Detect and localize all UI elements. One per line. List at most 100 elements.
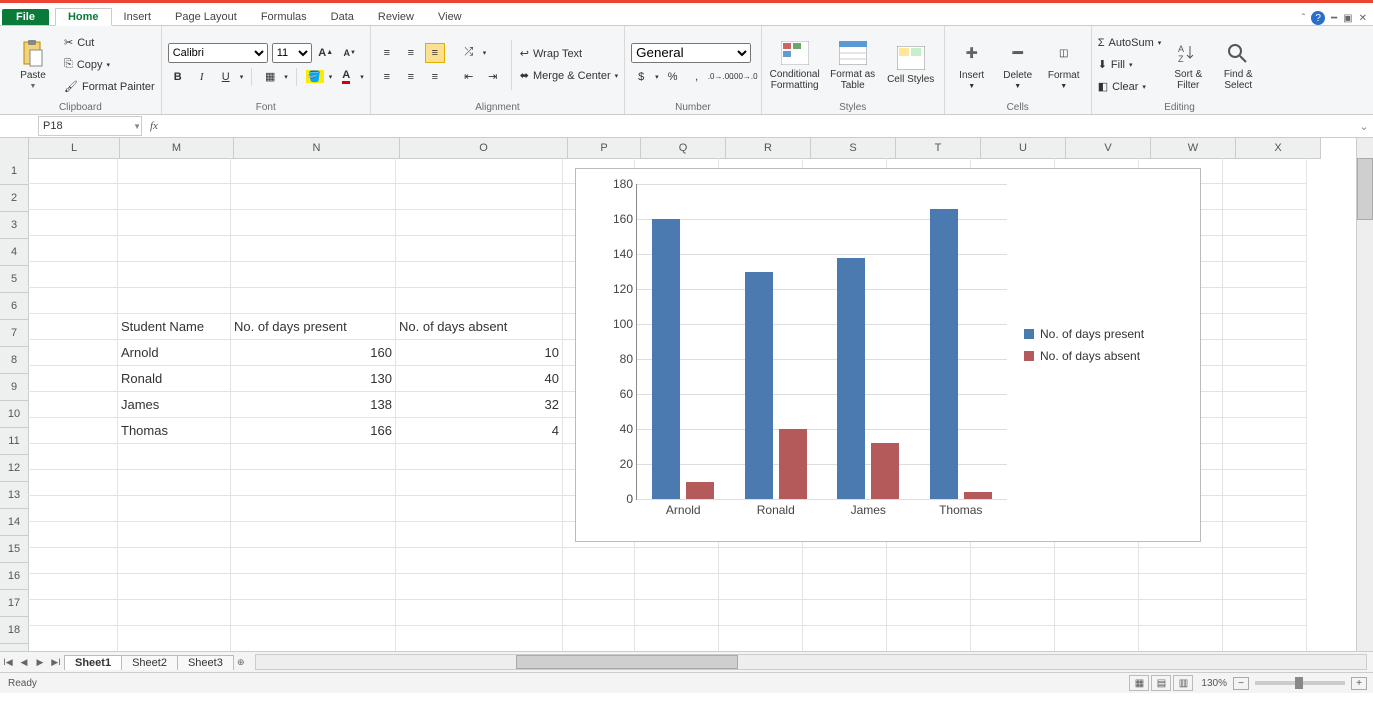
cell-L6[interactable] [28,288,118,314]
format-as-table-button[interactable]: Format as Table [826,32,880,98]
row-header-4[interactable]: 4 [0,239,29,266]
cell-N7[interactable]: No. of days present [231,314,396,340]
decrease-font-icon[interactable]: A▼ [340,43,360,63]
align-bottom-button[interactable]: ≡ [425,43,445,63]
cell-L10[interactable] [28,392,118,418]
cell-T18[interactable] [887,600,971,626]
select-all-corner[interactable] [0,138,29,159]
copy-button[interactable]: ⎘Copy▾ [64,55,155,75]
bold-button[interactable]: B [168,67,188,87]
cell-M11[interactable]: Thomas [118,418,231,444]
increase-indent-button[interactable]: ⇥ [483,67,503,87]
cell-O2[interactable] [396,184,563,210]
cell-O8[interactable]: 10 [396,340,563,366]
col-header-S[interactable]: S [811,138,896,159]
cell-N4[interactable] [231,236,396,262]
align-left-button[interactable]: ≡ [377,67,397,87]
cell-M18[interactable] [118,600,231,626]
row-header-16[interactable]: 16 [0,563,29,590]
embedded-chart[interactable]: 020406080100120140160180ArnoldRonaldJame… [575,168,1201,542]
cell-X9[interactable] [1223,366,1307,392]
col-header-U[interactable]: U [981,138,1066,159]
cell-X3[interactable] [1223,210,1307,236]
row-header-11[interactable]: 11 [0,428,29,455]
row-header-19[interactable]: 19 [0,644,29,651]
col-header-O[interactable]: O [400,138,568,159]
cell-X1[interactable] [1223,158,1307,184]
sheet-nav-next[interactable]: ▶ [32,657,48,668]
cell-M10[interactable]: James [118,392,231,418]
cell-N19[interactable] [231,626,396,651]
cell-R16[interactable] [719,548,803,574]
view-page-break-button[interactable]: ▥ [1173,675,1193,691]
sheet-tab-sheet2[interactable]: Sheet2 [121,655,178,670]
cell-M7[interactable]: Student Name [118,314,231,340]
cell-X12[interactable] [1223,444,1307,470]
cell-U18[interactable] [971,600,1055,626]
format-cells-button[interactable]: ◫Format▼ [1043,32,1085,98]
paste-button[interactable]: Paste ▼ [6,32,60,98]
find-select-button[interactable]: Find & Select [1215,32,1261,98]
tab-review[interactable]: Review [366,9,426,25]
tab-formulas[interactable]: Formulas [249,9,319,25]
cell-N11[interactable]: 166 [231,418,396,444]
align-top-button[interactable]: ≡ [377,43,397,63]
cell-L16[interactable] [28,548,118,574]
col-header-L[interactable]: L [29,138,120,159]
cell-N17[interactable] [231,574,396,600]
cell-O7[interactable]: No. of days absent [396,314,563,340]
row-header-13[interactable]: 13 [0,482,29,509]
cell-Q18[interactable] [635,600,719,626]
cell-X11[interactable] [1223,418,1307,444]
cell-O4[interactable] [396,236,563,262]
cell-P16[interactable] [563,548,635,574]
cell-O12[interactable] [396,444,563,470]
cell-N13[interactable] [231,470,396,496]
cell-O3[interactable] [396,210,563,236]
format-painter-button[interactable]: 🖌Format Painter [64,77,155,97]
cell-T17[interactable] [887,574,971,600]
row-header-7[interactable]: 7 [0,320,29,347]
cell-W16[interactable] [1139,548,1223,574]
sheet-nav-first[interactable]: I◀ [0,657,16,668]
col-header-T[interactable]: T [896,138,981,159]
zoom-in-button[interactable]: + [1351,677,1367,690]
col-header-N[interactable]: N [234,138,400,159]
cell-N2[interactable] [231,184,396,210]
decrease-decimal-button[interactable]: .00→.0 [735,67,755,87]
cell-O9[interactable]: 40 [396,366,563,392]
row-header-10[interactable]: 10 [0,401,29,428]
cell-O5[interactable] [396,262,563,288]
cell-M5[interactable] [118,262,231,288]
font-name-select[interactable]: Calibri [168,43,268,63]
tab-view[interactable]: View [426,9,474,25]
cell-R19[interactable] [719,626,803,651]
cell-M9[interactable]: Ronald [118,366,231,392]
cell-V19[interactable] [1055,626,1139,651]
cell-T16[interactable] [887,548,971,574]
col-header-Q[interactable]: Q [641,138,726,159]
sort-filter-button[interactable]: AZSort & Filter [1165,32,1211,98]
cell-P19[interactable] [563,626,635,651]
cell-R18[interactable] [719,600,803,626]
row-header-17[interactable]: 17 [0,590,29,617]
cell-L5[interactable] [28,262,118,288]
row-header-14[interactable]: 14 [0,509,29,536]
cell-L15[interactable] [28,522,118,548]
row-header-3[interactable]: 3 [0,212,29,239]
horizontal-scrollbar[interactable] [255,654,1367,670]
minimize-icon[interactable]: ━ [1331,13,1337,24]
insert-cells-button[interactable]: ➕Insert▼ [951,32,993,98]
cell-M19[interactable] [118,626,231,651]
cell-M3[interactable] [118,210,231,236]
cell-W17[interactable] [1139,574,1223,600]
merge-center-button[interactable]: ⬌Merge & Center▾ [520,66,618,86]
row-header-9[interactable]: 9 [0,374,29,401]
fill-color-button[interactable]: 🪣 [305,67,325,87]
align-right-button[interactable]: ≡ [425,67,445,87]
cell-O14[interactable] [396,496,563,522]
cell-N10[interactable]: 138 [231,392,396,418]
cell-U19[interactable] [971,626,1055,651]
cell-O1[interactable] [396,158,563,184]
increase-font-icon[interactable]: A▲ [316,43,336,63]
